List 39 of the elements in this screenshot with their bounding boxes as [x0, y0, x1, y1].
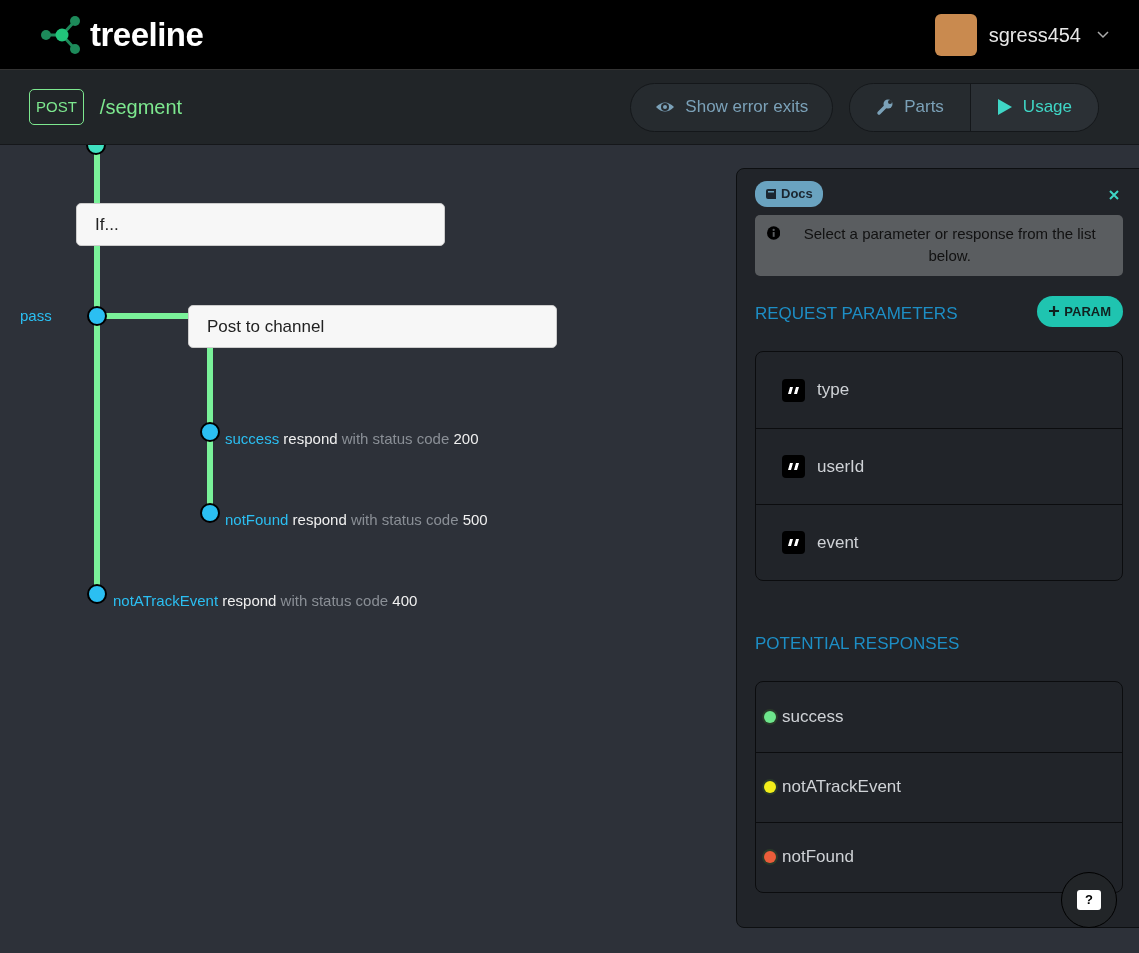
add-param-button[interactable]: PARAM	[1037, 295, 1123, 327]
parameter-item[interactable]: userId	[756, 428, 1122, 504]
node-dot[interactable]	[87, 306, 107, 326]
chevron-down-icon[interactable]	[1097, 30, 1109, 39]
method-tag: POST	[29, 88, 84, 126]
docs-badge: Docs	[755, 181, 823, 207]
view-tab[interactable]: Parts	[850, 83, 970, 131]
play-icon	[996, 98, 1013, 116]
info-icon	[767, 225, 781, 240]
book-icon	[765, 187, 777, 200]
exit-label: success respond with status code 200	[225, 429, 479, 449]
quote-icon	[782, 455, 805, 478]
wrench-icon	[876, 98, 895, 116]
exit-label: notATrackEvent respond with status code 400	[113, 591, 418, 611]
plus-icon	[1049, 306, 1060, 317]
response-item[interactable]: success	[756, 681, 1122, 752]
quote-icon	[782, 531, 805, 554]
exit-label: notFound respond with status code 500	[225, 510, 488, 530]
brand-name: treeline	[90, 14, 204, 55]
logo-icon	[40, 13, 82, 56]
endpoint-path: /segment	[99, 95, 183, 120]
flow-step-card[interactable]: If...	[76, 203, 445, 246]
view-tab[interactable]: Usage	[969, 83, 1098, 131]
section-heading: POTENTIAL RESPONSES	[755, 633, 961, 655]
parameter-item[interactable]: type	[756, 352, 1122, 428]
show-error-exits-button[interactable]: Show error exits	[630, 82, 834, 132]
user-name[interactable]: sgress454	[988, 19, 1081, 50]
branch-label: pass	[20, 306, 52, 326]
node-dot[interactable]	[87, 584, 107, 604]
response-item[interactable]: notATrackEvent	[756, 751, 1122, 822]
info-alert: Select a parameter or response from the list below.	[755, 214, 1123, 276]
close-icon	[1109, 190, 1119, 200]
flow-step-card[interactable]: Post to channel	[188, 305, 557, 348]
parameter-item[interactable]: event	[756, 504, 1122, 580]
quote-icon	[782, 378, 805, 402]
section-heading: REQUEST PARAMETERS	[755, 302, 958, 325]
node-dot[interactable]	[200, 422, 220, 442]
photo-placeholder	[934, 13, 977, 56]
node-dot[interactable]	[200, 503, 220, 523]
